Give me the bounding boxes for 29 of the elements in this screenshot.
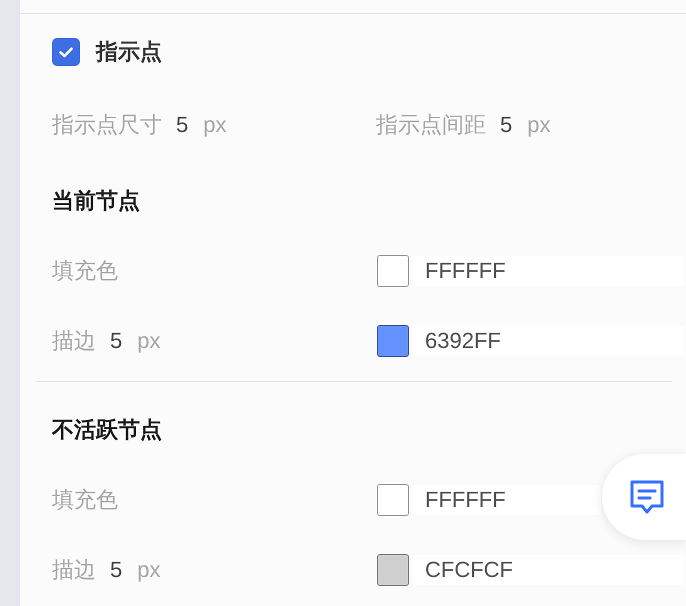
stroke-label: 描边 bbox=[52, 330, 96, 352]
color-label: 填充色 bbox=[52, 260, 118, 282]
hex-input[interactable]: 6392FF bbox=[413, 326, 684, 356]
unit-label: px bbox=[203, 114, 226, 136]
unit-label: px bbox=[137, 559, 160, 581]
checkbox[interactable] bbox=[52, 38, 80, 66]
field-label: 指示点尺寸 bbox=[52, 114, 162, 136]
color-swatch[interactable] bbox=[377, 325, 409, 357]
checkbox-label: 指示点 bbox=[96, 41, 162, 63]
number-value: 5 bbox=[110, 330, 122, 352]
color-swatch[interactable] bbox=[377, 554, 409, 586]
color-swatch[interactable] bbox=[377, 255, 409, 287]
number-value: 5 bbox=[176, 114, 188, 136]
hex-input[interactable]: CFCFCF bbox=[413, 555, 684, 585]
hex-input[interactable]: FFFFFF bbox=[413, 485, 601, 515]
field-label: 指示点间距 bbox=[376, 114, 486, 136]
hex-input[interactable]: FFFFFF bbox=[413, 256, 684, 286]
chat-bubble-icon bbox=[629, 479, 665, 515]
section-title: 当前节点 bbox=[52, 190, 140, 212]
feedback-button[interactable] bbox=[602, 454, 686, 540]
unit-label: px bbox=[137, 330, 160, 352]
section-title: 不活跃节点 bbox=[52, 419, 162, 441]
check-icon bbox=[59, 46, 73, 58]
color-swatch[interactable] bbox=[377, 484, 409, 516]
color-label: 填充色 bbox=[52, 489, 118, 511]
number-value: 5 bbox=[500, 114, 512, 136]
stroke-label: 描边 bbox=[52, 559, 96, 581]
number-value: 5 bbox=[110, 559, 122, 581]
unit-label: px bbox=[527, 114, 550, 136]
